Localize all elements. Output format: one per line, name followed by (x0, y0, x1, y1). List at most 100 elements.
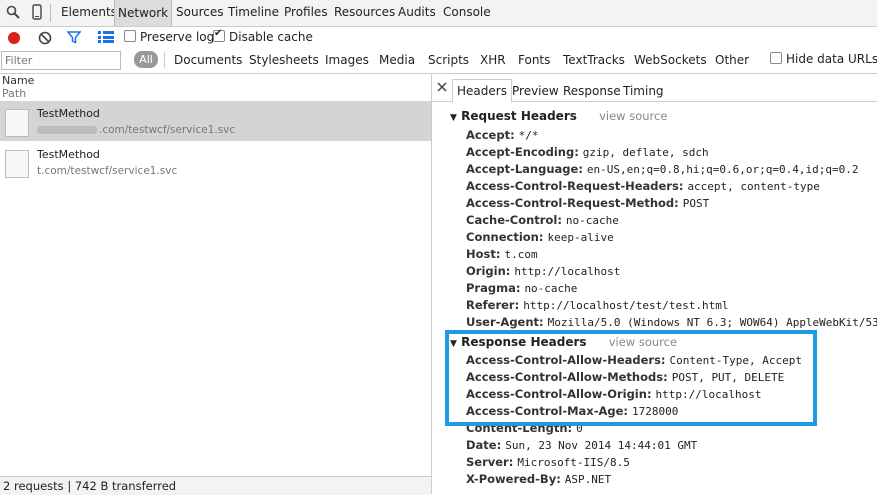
header-row: Access-Control-Request-Headers: accept, c… (466, 179, 820, 193)
header-value: Sun, 23 Nov 2014 14:44:01 GMT (505, 439, 698, 452)
header-value: accept, content-type (687, 180, 820, 193)
header-value: Mozilla/5.0 (Windows NT 6.3; WOW64) Appl… (547, 316, 877, 329)
header-value: keep-alive (547, 231, 614, 244)
header-key: Date: (466, 438, 502, 452)
tab-response[interactable]: Response (563, 84, 621, 98)
search-icon[interactable] (6, 5, 20, 22)
filter-input[interactable] (1, 51, 121, 70)
header-value: gzip, deflate, sdch (582, 146, 709, 159)
devtools-toolbar: Elements Network Sources Timeline Profil… (0, 0, 877, 27)
tab-profiles[interactable]: Profiles (284, 5, 328, 19)
request-row[interactable]: TestMethod .com/testwcf/service1.svc (0, 101, 431, 141)
record-icon[interactable] (7, 31, 21, 48)
header-row: Accept-Encoding: gzip, deflate, sdch (466, 145, 709, 159)
filter-type-other[interactable]: Other (715, 53, 749, 67)
header-row: Accept: */* (466, 128, 539, 142)
header-value: no-cache (565, 214, 619, 227)
tab-console[interactable]: Console (443, 5, 491, 19)
request-url: .com/testwcf/service1.svc (37, 124, 235, 136)
header-row: Access-Control-Request-Method: POST (466, 196, 709, 210)
filter-type-media[interactable]: Media (379, 53, 415, 67)
request-headers-title: Request Headers (461, 109, 577, 123)
filter-type-texttracks[interactable]: TextTracks (563, 53, 625, 67)
checkbox-checked-icon (213, 28, 225, 42)
header-row: Date: Sun, 23 Nov 2014 14:44:01 GMT (466, 438, 697, 452)
header-key: Referer: (466, 298, 520, 312)
request-name: TestMethod (37, 148, 100, 161)
column-header-path: Path (2, 87, 27, 100)
tab-timeline[interactable]: Timeline (228, 5, 279, 19)
preserve-log-checkbox[interactable]: Preserve log (124, 30, 214, 44)
header-row: Cache-Control: no-cache (466, 213, 619, 227)
header-value: ASP.NET (564, 473, 612, 486)
filter-bar: All Documents Stylesheets Images Media S… (0, 49, 877, 74)
status-bar: 2 requests | 742 B transferred (0, 476, 431, 495)
clear-icon[interactable] (38, 31, 52, 48)
tab-preview[interactable]: Preview (512, 84, 559, 98)
list-view-icon[interactable] (98, 31, 114, 46)
header-value: en-US,en;q=0.8,hi;q=0.6,or;q=0.4,id;q=0.… (586, 163, 859, 176)
filter-type-all[interactable]: All (134, 51, 158, 68)
view-source-link[interactable]: view source (599, 109, 667, 123)
network-toolbar: Preserve log Disable cache (0, 27, 877, 49)
header-key: User-Agent: (466, 315, 544, 329)
request-name: TestMethod (37, 107, 100, 120)
request-row[interactable]: TestMethod t.com/testwcf/service1.svc (0, 142, 431, 182)
header-value: Microsoft-IIS/8.5 (517, 456, 630, 469)
tab-network[interactable]: Network (114, 0, 173, 26)
disable-cache-label: Disable cache (229, 30, 313, 44)
header-key: Accept: (466, 128, 515, 142)
header-value: */* (518, 129, 539, 142)
hide-data-urls-label: Hide data URLs (786, 52, 877, 66)
tab-audits[interactable]: Audits (398, 5, 436, 19)
filter-type-websockets[interactable]: WebSockets (634, 53, 707, 67)
header-key: Cache-Control: (466, 213, 562, 227)
header-value: POST (682, 197, 710, 210)
request-headers-section[interactable]: ▼ Request Headers view source (450, 109, 667, 123)
header-value: http://localhost (514, 265, 621, 278)
header-key: Pragma: (466, 281, 521, 295)
header-row: User-Agent: Mozilla/5.0 (Windows NT 6.3; … (466, 315, 877, 329)
tab-timing[interactable]: Timing (623, 84, 664, 98)
request-url: t.com/testwcf/service1.svc (37, 165, 178, 177)
filter-type-stylesheets[interactable]: Stylesheets (249, 53, 319, 67)
tab-elements[interactable]: Elements (61, 5, 117, 19)
header-value: no-cache (524, 282, 578, 295)
header-row: Server: Microsoft-IIS/8.5 (466, 455, 630, 469)
disable-cache-checkbox[interactable]: Disable cache (213, 28, 313, 44)
checkbox-icon (770, 52, 782, 64)
hide-data-urls-checkbox[interactable]: Hide data URLs (770, 52, 877, 66)
tab-resources[interactable]: Resources (334, 5, 395, 19)
request-list: Name Path TestMethod .com/testwcf/servic… (0, 74, 432, 494)
filter-type-images[interactable]: Images (325, 53, 369, 67)
header-row: Accept-Language: en-US,en;q=0.8,hi;q=0.6,… (466, 162, 858, 176)
header-row: X-Powered-By: ASP.NET (466, 472, 611, 486)
header-row: Connection: keep-alive (466, 230, 614, 244)
highlight-box (445, 330, 817, 426)
header-key: Server: (466, 455, 514, 469)
header-key: Origin: (466, 264, 511, 278)
file-icon (5, 150, 29, 178)
header-key: Access-Control-Request-Headers: (466, 179, 684, 193)
disclosure-triangle-icon: ▼ (450, 113, 457, 123)
header-key: Accept-Language: (466, 162, 583, 176)
file-icon (5, 109, 29, 137)
header-value: http://localhost/test/test.html (523, 299, 729, 312)
device-mode-icon[interactable] (32, 4, 42, 23)
detail-tabs: Headers Preview Response Timing (432, 79, 877, 103)
header-key: Accept-Encoding: (466, 145, 579, 159)
filter-type-scripts[interactable]: Scripts (428, 53, 469, 67)
header-key: Connection: (466, 230, 544, 244)
header-key: Host: (466, 247, 501, 261)
redacted-host (37, 126, 97, 134)
filter-type-fonts[interactable]: Fonts (518, 53, 550, 67)
filter-icon[interactable] (66, 30, 82, 47)
filter-type-documents[interactable]: Documents (174, 53, 242, 67)
status-text: 2 requests | 742 B transferred (3, 479, 177, 493)
column-header-name[interactable]: Name (2, 74, 34, 87)
tab-headers[interactable]: Headers (452, 79, 512, 103)
tab-sources[interactable]: Sources (176, 5, 223, 19)
header-row: Pragma: no-cache (466, 281, 577, 295)
header-value: t.com (504, 248, 538, 261)
filter-type-xhr[interactable]: XHR (480, 53, 506, 67)
